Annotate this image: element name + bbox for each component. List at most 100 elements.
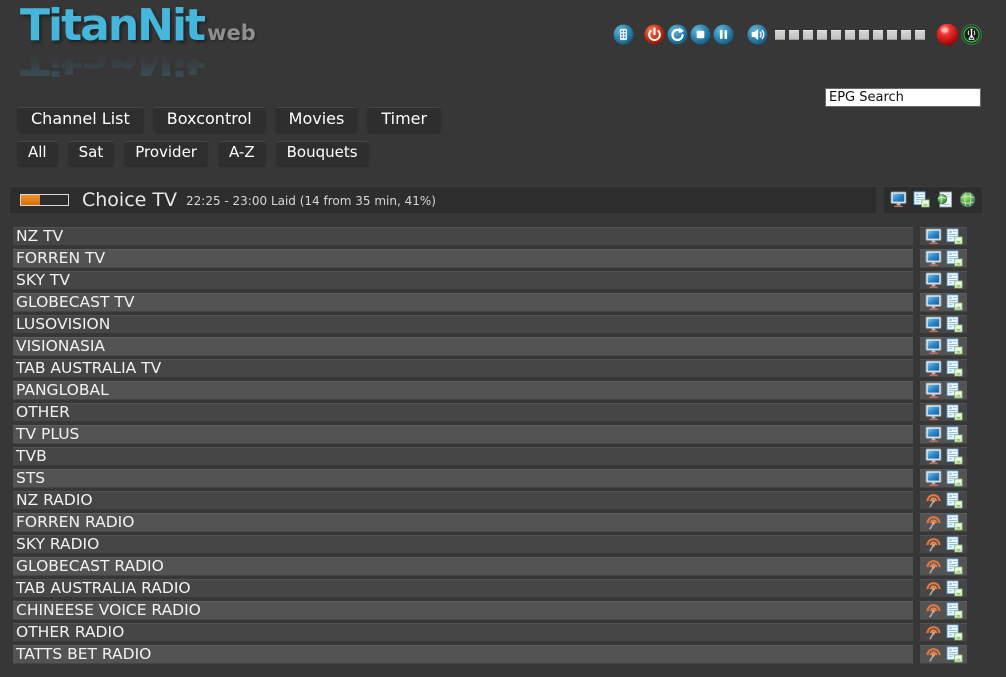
- channel-name[interactable]: PANGLOBAL: [13, 381, 913, 400]
- nav-button-bouquets[interactable]: Bouquets: [277, 141, 368, 165]
- epg-button[interactable]: [913, 191, 930, 208]
- screenshot-button[interactable]: [925, 294, 942, 311]
- epg-button[interactable]: [946, 294, 963, 311]
- volume-segment[interactable]: [845, 30, 855, 40]
- epg-button[interactable]: [946, 228, 963, 245]
- radio-button[interactable]: [925, 580, 942, 597]
- radio-button[interactable]: [925, 624, 942, 641]
- epg-button[interactable]: [946, 602, 963, 619]
- channel-name[interactable]: TVB: [13, 447, 913, 466]
- epg-button[interactable]: [946, 448, 963, 465]
- epg-button[interactable]: [946, 558, 963, 575]
- nav-button-all[interactable]: All: [18, 141, 57, 165]
- screenshot-button[interactable]: [925, 404, 942, 421]
- channel-name[interactable]: CHINEESE VOICE RADIO: [13, 601, 913, 620]
- screenshot-button[interactable]: [925, 338, 942, 355]
- volume-segment[interactable]: [887, 30, 897, 40]
- channel-name[interactable]: NZ TV: [13, 227, 913, 246]
- channel-name[interactable]: OTHER: [13, 403, 913, 422]
- tv-screen-icon: [925, 409, 942, 424]
- epg-button[interactable]: [946, 426, 963, 443]
- nav-button-sat[interactable]: Sat: [69, 141, 114, 165]
- channel-name[interactable]: OTHER RADIO: [13, 623, 913, 642]
- stream-button[interactable]: [959, 191, 976, 208]
- epg-button[interactable]: [946, 492, 963, 509]
- volume-button[interactable]: [747, 24, 768, 45]
- channel-row-actions: [920, 227, 967, 246]
- epg-button[interactable]: [946, 316, 963, 333]
- channel-name[interactable]: STS: [13, 469, 913, 488]
- screenshot-button[interactable]: [925, 316, 942, 333]
- radio-button[interactable]: [925, 602, 942, 619]
- nav-button-movies[interactable]: Movies: [276, 107, 358, 132]
- nav-button-a-z[interactable]: A-Z: [219, 141, 265, 165]
- epg-button[interactable]: [946, 646, 963, 663]
- power-button[interactable]: [644, 24, 665, 45]
- epg-button[interactable]: [946, 536, 963, 553]
- volume-segment[interactable]: [859, 30, 869, 40]
- channel-name[interactable]: TAB AUSTRALIA TV: [13, 359, 913, 378]
- stop-button[interactable]: [690, 24, 711, 45]
- epg-icon: [946, 607, 963, 622]
- channel-name[interactable]: FORREN TV: [13, 249, 913, 268]
- screenshot-button[interactable]: [925, 228, 942, 245]
- channel-name[interactable]: FORREN RADIO: [13, 513, 913, 532]
- channel-name[interactable]: NZ RADIO: [13, 491, 913, 510]
- signal-button[interactable]: [961, 24, 982, 45]
- web-epg-button[interactable]: [936, 191, 953, 208]
- epg-button[interactable]: [946, 514, 963, 531]
- channel-name[interactable]: SKY TV: [13, 271, 913, 290]
- pause-button[interactable]: [713, 24, 734, 45]
- nav-button-timer[interactable]: Timer: [368, 107, 440, 132]
- screenshot-button[interactable]: [890, 191, 907, 208]
- volume-segment[interactable]: [915, 30, 925, 40]
- screenshot-button[interactable]: [925, 272, 942, 289]
- radio-button[interactable]: [925, 492, 942, 509]
- epg-button[interactable]: [946, 382, 963, 399]
- volume-segment[interactable]: [775, 30, 785, 40]
- epg-button[interactable]: [946, 580, 963, 597]
- epg-button[interactable]: [946, 470, 963, 487]
- volume-segment[interactable]: [789, 30, 799, 40]
- volume-segment[interactable]: [831, 30, 841, 40]
- screenshot-button[interactable]: [925, 360, 942, 377]
- radio-button[interactable]: [925, 514, 942, 531]
- channel-name[interactable]: GLOBECAST RADIO: [13, 557, 913, 576]
- screenshot-button[interactable]: [925, 382, 942, 399]
- channel-name[interactable]: TATTS BET RADIO: [13, 645, 913, 664]
- epg-button[interactable]: [946, 272, 963, 289]
- volume-segment[interactable]: [901, 30, 911, 40]
- channel-name[interactable]: SKY RADIO: [13, 535, 913, 554]
- epg-icon: [946, 453, 963, 468]
- channel-name[interactable]: VISIONASIA: [13, 337, 913, 356]
- channel-name[interactable]: TV PLUS: [13, 425, 913, 444]
- radio-button[interactable]: [925, 646, 942, 663]
- screenshot-button[interactable]: [925, 470, 942, 487]
- channel-name[interactable]: LUSOVISION: [13, 315, 913, 334]
- radio-icon: [925, 497, 942, 512]
- radio-button[interactable]: [925, 536, 942, 553]
- titannit-web-page: { "header": { "logo": {"title": "TitanNi…: [0, 0, 1006, 677]
- channel-name[interactable]: TAB AUSTRALIA RADIO: [13, 579, 913, 598]
- nav-button-boxcontrol[interactable]: Boxcontrol: [154, 107, 265, 132]
- channel-name[interactable]: GLOBECAST TV: [13, 293, 913, 312]
- screenshot-button[interactable]: [925, 426, 942, 443]
- epg-button[interactable]: [946, 624, 963, 641]
- radio-button[interactable]: [925, 558, 942, 575]
- epg-search-input[interactable]: [825, 88, 981, 107]
- volume-segment[interactable]: [803, 30, 813, 40]
- epg-button[interactable]: [946, 404, 963, 421]
- screenshot-button[interactable]: [925, 250, 942, 267]
- nav-button-channel-list[interactable]: Channel List: [18, 107, 143, 132]
- remote-button[interactable]: [613, 24, 634, 45]
- channel-row-actions: [920, 249, 967, 268]
- volume-segment[interactable]: [873, 30, 883, 40]
- nav-button-provider[interactable]: Provider: [125, 141, 207, 165]
- epg-button[interactable]: [946, 338, 963, 355]
- epg-button[interactable]: [946, 250, 963, 267]
- epg-button[interactable]: [946, 360, 963, 377]
- screenshot-button[interactable]: [925, 448, 942, 465]
- volume-segment[interactable]: [817, 30, 827, 40]
- restart-button[interactable]: [667, 24, 688, 45]
- volume-level: [771, 30, 925, 40]
